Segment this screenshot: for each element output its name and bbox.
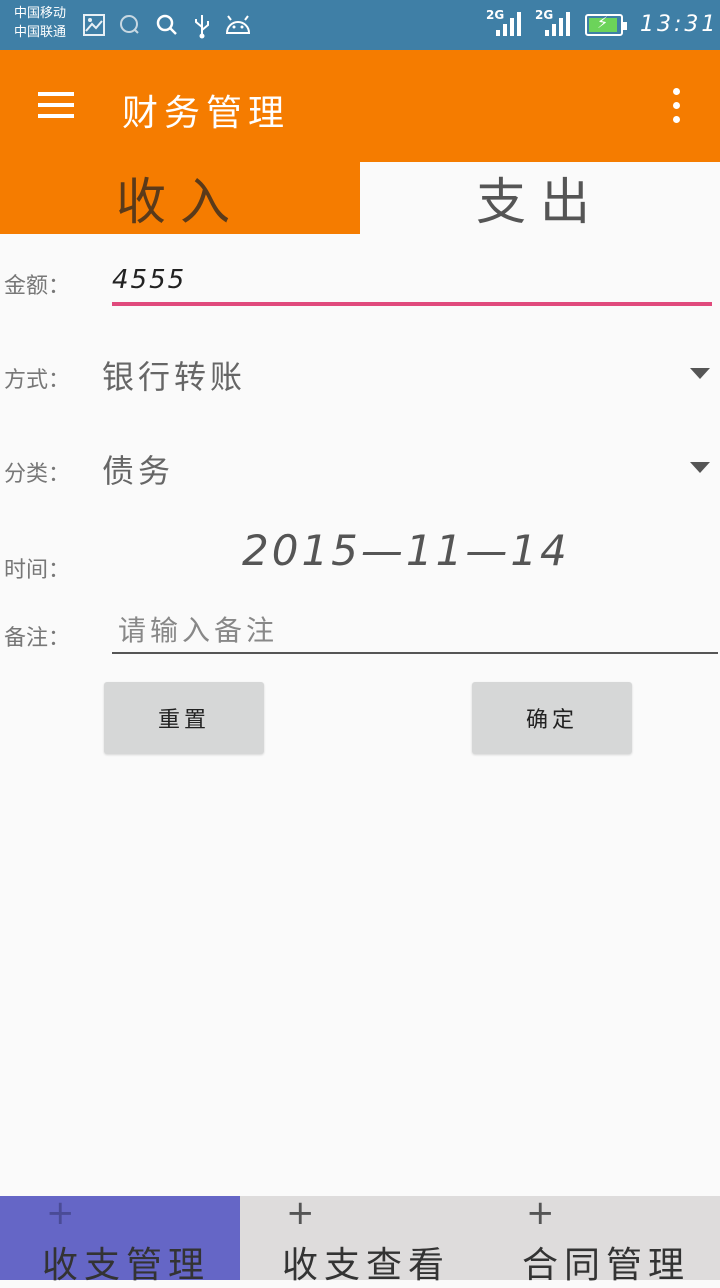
category-select[interactable]: 债务 <box>100 436 714 496</box>
method-select[interactable]: 银行转账 <box>100 342 714 402</box>
app-bar: 财务管理 <box>0 50 720 162</box>
usb-icon <box>192 13 212 45</box>
note-label: 备注： <box>4 626 71 651</box>
nav-item-label: 收支查看 <box>282 1245 451 1286</box>
battery-charging-icon: ⚡ <box>585 13 627 36</box>
carrier-1: 中国移动 <box>14 6 67 21</box>
category-value: 债务 <box>102 452 175 490</box>
nav-item-contract-management[interactable]: + 合同管理 <box>480 1193 720 1286</box>
image-icon <box>82 13 106 43</box>
amount-input[interactable] <box>112 258 712 306</box>
plus-icon: + <box>526 1193 555 1233</box>
nav-item-label: 合同管理 <box>522 1245 691 1286</box>
signal-2-icon: 2G <box>535 8 571 40</box>
status-time: 13:31 <box>640 12 719 37</box>
method-label: 方式： <box>4 368 71 393</box>
bottom-navigation: + 收支管理 + 收支查看 + 合同管理 <box>0 1193 720 1286</box>
carrier-names: 中国移动 中国联通 <box>14 4 66 42</box>
plus-icon: + <box>46 1193 75 1233</box>
more-options-icon[interactable] <box>660 86 692 126</box>
dropdown-arrow-icon <box>690 462 710 473</box>
date-picker[interactable]: 2015—11—14 <box>242 526 570 575</box>
category-label: 分类： <box>4 462 71 487</box>
search-icon <box>155 13 179 43</box>
tab-income[interactable]: 收入 <box>0 162 360 234</box>
search-circle-icon <box>118 13 142 43</box>
nav-item-label: 收支管理 <box>42 1245 211 1286</box>
app-title: 财务管理 <box>122 93 291 134</box>
carrier-2: 中国联通 <box>14 25 67 40</box>
method-value: 银行转账 <box>102 358 247 396</box>
confirm-button[interactable]: 确定 <box>472 682 632 754</box>
reset-button[interactable]: 重置 <box>104 682 264 754</box>
tab-expense[interactable]: 支出 <box>360 162 720 234</box>
nav-item-income-expense-view[interactable]: + 收支查看 <box>240 1193 480 1286</box>
signal-1-icon: 2G <box>486 8 522 40</box>
note-input[interactable] <box>112 608 718 654</box>
dropdown-arrow-icon <box>690 368 710 379</box>
menu-icon[interactable] <box>30 86 82 126</box>
nav-item-income-expense-management[interactable]: + 收支管理 <box>0 1193 240 1286</box>
android-icon <box>224 13 252 41</box>
date-label: 时间： <box>4 558 71 583</box>
amount-label: 金额： <box>4 274 71 299</box>
status-bar: 中国移动 中国联通 2G 2G ⚡ 13:31 <box>0 0 720 50</box>
plus-icon: + <box>286 1193 315 1233</box>
